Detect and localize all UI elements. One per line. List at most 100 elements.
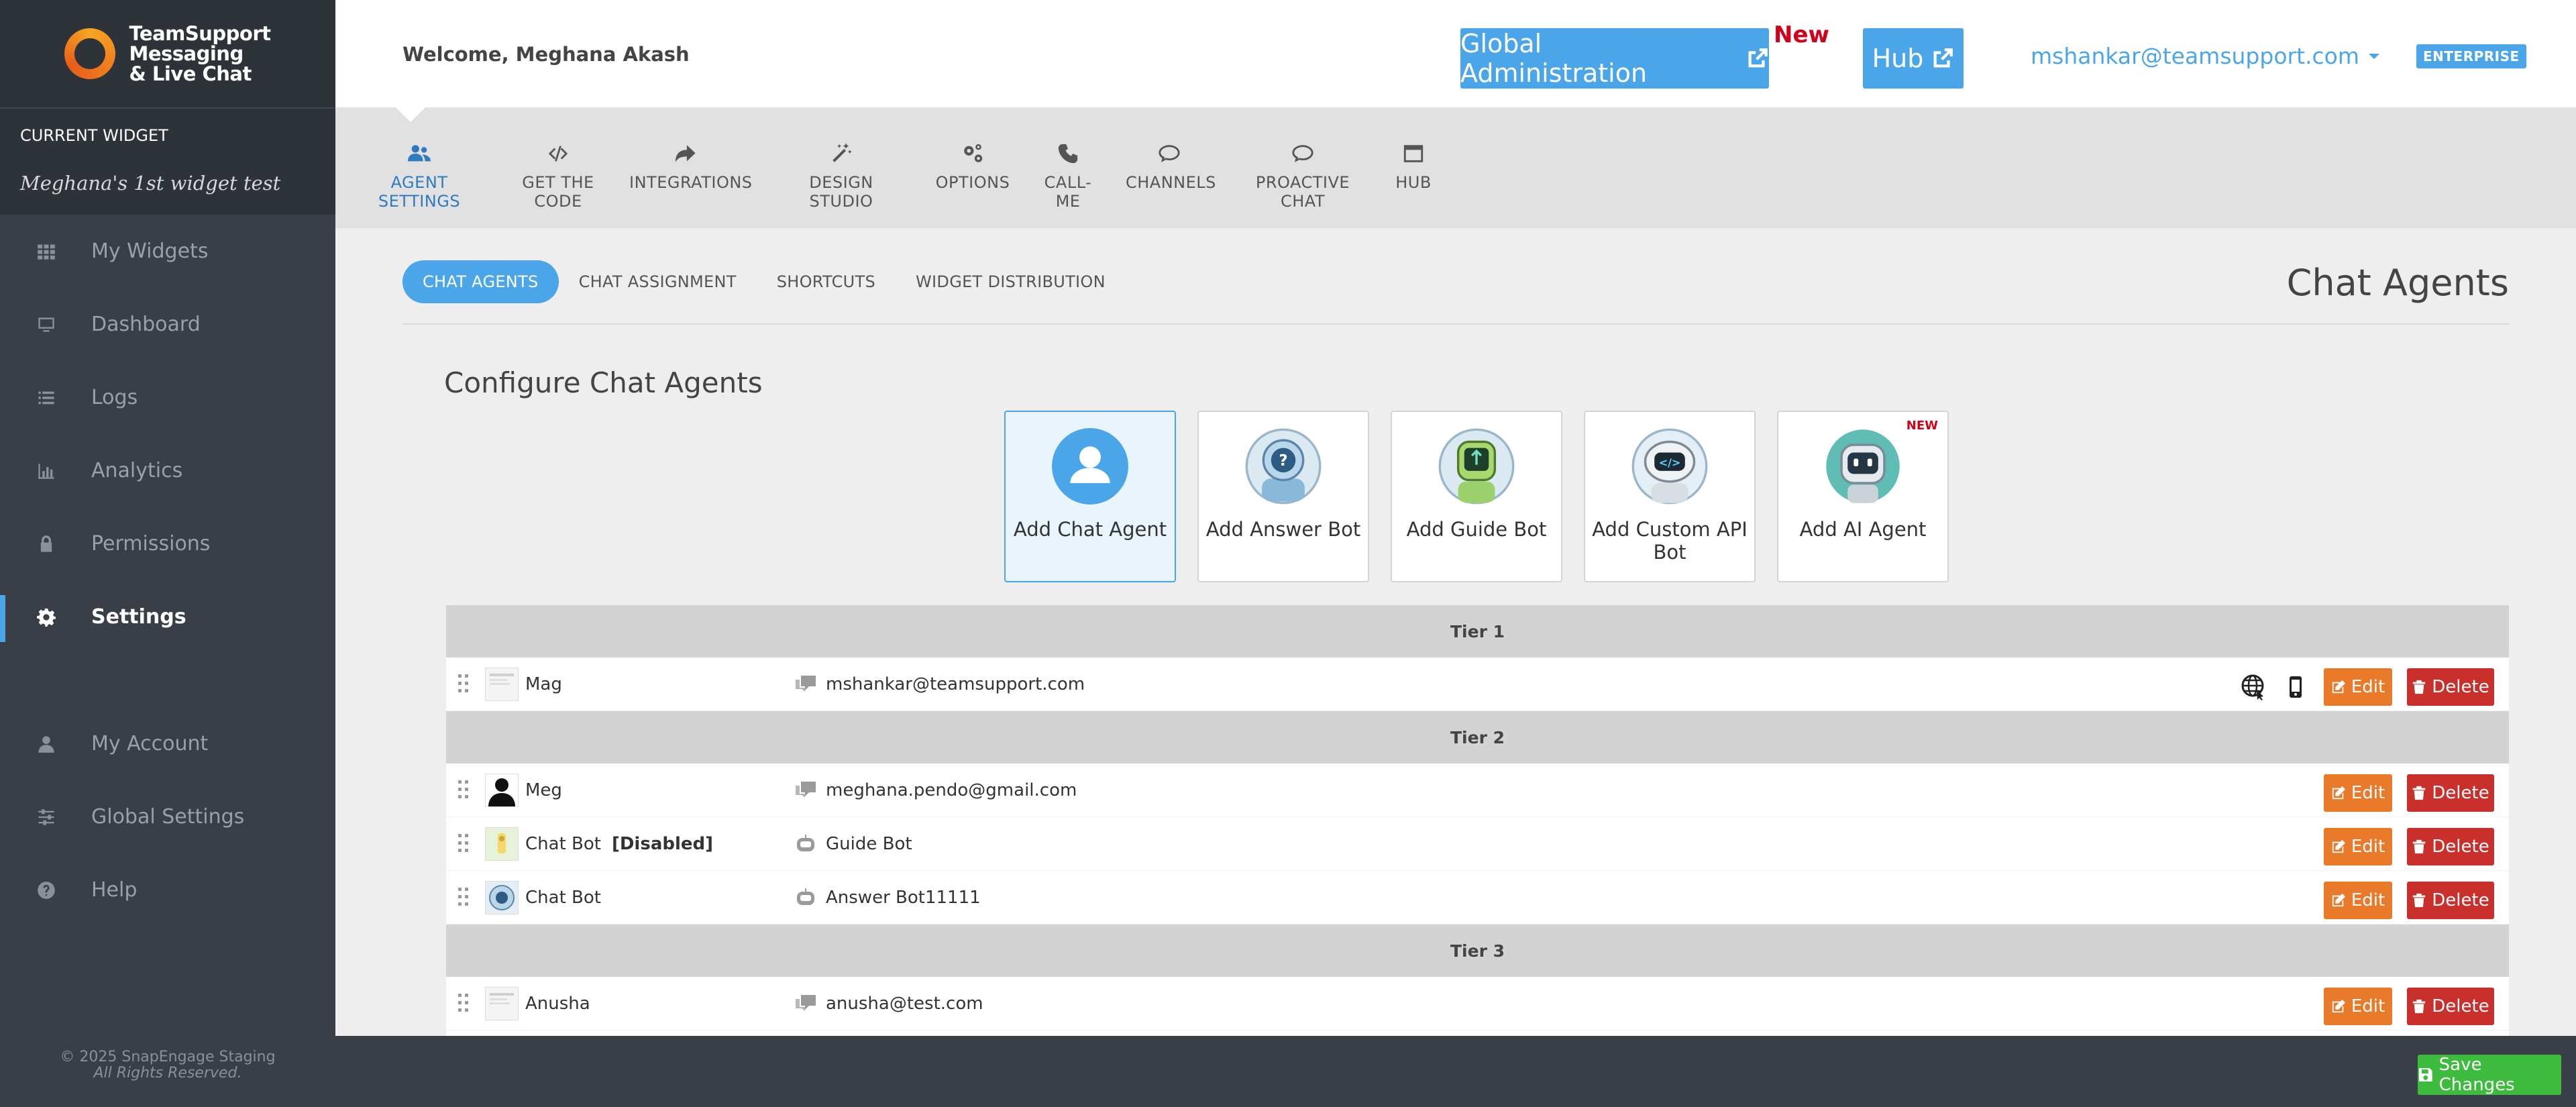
sidebar-nav: My Widgets Dashboard Logs Analytics Perm…: [0, 215, 335, 927]
sidebar-item-global-settings[interactable]: Global Settings: [0, 780, 335, 853]
sidebar-item-my-account[interactable]: My Account: [0, 707, 335, 780]
mobile-icon[interactable]: [2282, 672, 2309, 702]
tab-label: PROACTIVE CHAT: [1255, 173, 1350, 211]
page-title: Chat Agents: [2286, 262, 2509, 304]
sidebar-item-help[interactable]: Help: [0, 853, 335, 927]
table-row: Chat Bot Answer Bot11111 Edit Delete: [446, 871, 2509, 925]
edit-icon: [2332, 786, 2345, 800]
trash-icon: [2413, 893, 2426, 908]
agent-status: [Disabled]: [611, 833, 714, 854]
save-changes-button[interactable]: Save Changes: [2418, 1055, 2561, 1095]
drag-handle-icon[interactable]: [458, 993, 469, 1014]
delete-button[interactable]: Delete: [2407, 988, 2494, 1025]
delete-label: Delete: [2432, 996, 2489, 1016]
current-widget-name[interactable]: Meghana's 1st widget test: [20, 172, 315, 195]
delete-label: Delete: [2432, 837, 2489, 857]
agent-name: Anusha: [525, 994, 794, 1014]
card-label: Add Custom API Bot: [1592, 518, 1748, 564]
agent-name-text: Chat Bot: [525, 887, 601, 908]
subtab-chat-assignment[interactable]: CHAT ASSIGNMENT: [559, 260, 757, 303]
tab-hub[interactable]: HUB: [1390, 141, 1437, 192]
subtab-shortcuts[interactable]: SHORTCUTS: [757, 260, 896, 303]
add-ai-agent-card[interactable]: NEW Add AI Agent: [1777, 411, 1949, 582]
tab-channels[interactable]: CHANNELS: [1126, 141, 1216, 192]
tier-header: Tier 3: [446, 925, 2509, 977]
drag-handle-icon[interactable]: [458, 780, 469, 800]
edit-button[interactable]: Edit: [2324, 882, 2392, 919]
add-chat-agent-card[interactable]: Add Chat Agent: [1004, 411, 1176, 582]
sidebar-item-analytics[interactable]: Analytics: [0, 434, 335, 507]
sidebar-item-label: My Widgets: [91, 240, 209, 263]
sidebar-item-settings[interactable]: Settings: [0, 580, 335, 653]
top-nav: AGENT SETTINGS GET THE CODE INTEGRATIONS…: [335, 107, 2576, 228]
delete-button[interactable]: Delete: [2407, 668, 2494, 706]
magic-wand-icon: [833, 143, 852, 162]
brand-logo[interactable]: TeamSupport Messaging & Live Chat: [0, 0, 335, 107]
window-icon: [1403, 145, 1424, 162]
edit-button[interactable]: Edit: [2324, 988, 2392, 1025]
chat-agent-icon: [794, 780, 818, 800]
delete-button[interactable]: Delete: [2407, 828, 2494, 865]
avatar: [485, 880, 519, 914]
delete-label: Delete: [2432, 890, 2489, 910]
lock-icon: [36, 534, 56, 554]
agent-name-text: Chat Bot: [525, 833, 601, 854]
sidebar-item-dashboard[interactable]: Dashboard: [0, 288, 335, 361]
sidebar-item-logs[interactable]: Logs: [0, 361, 335, 434]
sidebar-item-label: Global Settings: [91, 805, 245, 829]
list-icon: [36, 388, 56, 408]
user-menu[interactable]: mshankar@teamsupport.com: [2031, 43, 2379, 69]
sliders-icon: [36, 807, 56, 827]
rights-text: All Rights Reserved.: [93, 1065, 242, 1082]
hub-button[interactable]: Hub: [1863, 28, 1964, 89]
globe-icon[interactable]: [2241, 672, 2267, 702]
divider: [402, 323, 2509, 325]
monitor-icon: [36, 315, 56, 335]
add-guide-bot-card[interactable]: Add Guide Bot: [1391, 411, 1562, 582]
row-actions: Edit Delete: [2324, 882, 2494, 919]
global-administration-button[interactable]: Global Administration: [1460, 28, 1769, 89]
delete-button[interactable]: Delete: [2407, 882, 2494, 919]
new-badge: New: [1774, 21, 1829, 48]
row-actions: Edit Delete: [2241, 668, 2494, 706]
drag-handle-icon[interactable]: [458, 833, 469, 854]
bot-icon: [794, 834, 818, 854]
grid-icon: [36, 242, 56, 262]
add-answer-bot-card[interactable]: ? Add Answer Bot: [1197, 411, 1369, 582]
sidebar-item-my-widgets[interactable]: My Widgets: [0, 215, 335, 288]
agent-contact: meghana.pendo@gmail.com: [826, 780, 1077, 800]
tab-proactive-chat[interactable]: PROACTIVE CHAT: [1240, 141, 1366, 211]
edit-button[interactable]: Edit: [2324, 668, 2392, 706]
tab-agent-settings[interactable]: AGENT SETTINGS: [352, 141, 486, 211]
code-icon: [548, 146, 568, 162]
chat-icon: [1159, 145, 1180, 162]
delete-label: Delete: [2432, 783, 2489, 803]
sidebar-item-permissions[interactable]: Permissions: [0, 507, 335, 580]
drag-handle-icon[interactable]: [458, 674, 469, 694]
drag-handle-icon[interactable]: [458, 887, 469, 908]
brand-ring-icon: [64, 28, 116, 79]
sub-tabs: CHAT AGENTS CHAT ASSIGNMENT SHORTCUTS WI…: [402, 260, 1126, 303]
tab-options[interactable]: OPTIONS: [932, 141, 1013, 192]
tab-get-the-code[interactable]: GET THE CODE: [502, 141, 614, 211]
tab-design-studio[interactable]: DESIGN STUDIO: [784, 141, 899, 211]
subtab-chat-agents[interactable]: CHAT AGENTS: [402, 260, 559, 303]
row-actions: Edit Delete: [2324, 774, 2494, 812]
add-custom-api-bot-card[interactable]: </> Add Custom API Bot: [1584, 411, 1756, 582]
tab-label: HUB: [1395, 173, 1432, 192]
tab-integrations[interactable]: INTEGRATIONS: [629, 141, 752, 192]
chat-agent-icon: [794, 674, 818, 694]
agent-contact: Guide Bot: [826, 833, 912, 854]
edit-button[interactable]: Edit: [2324, 828, 2392, 865]
sidebar-nav-secondary: My Account Global Settings Help: [0, 707, 335, 927]
subtab-widget-distribution[interactable]: WIDGET DISTRIBUTION: [896, 260, 1126, 303]
chat-agent-icon: [794, 994, 818, 1014]
brand-name: TeamSupport Messaging & Live Chat: [129, 23, 271, 84]
edit-button[interactable]: Edit: [2324, 774, 2392, 812]
guide-bot-icon: [1438, 428, 1515, 505]
share-icon: [675, 145, 696, 162]
delete-button[interactable]: Delete: [2407, 774, 2494, 812]
bottom-action-bar: Save Changes: [335, 1036, 2576, 1107]
tab-call-me[interactable]: CALL-ME: [1033, 141, 1103, 211]
trash-icon: [2413, 999, 2426, 1014]
